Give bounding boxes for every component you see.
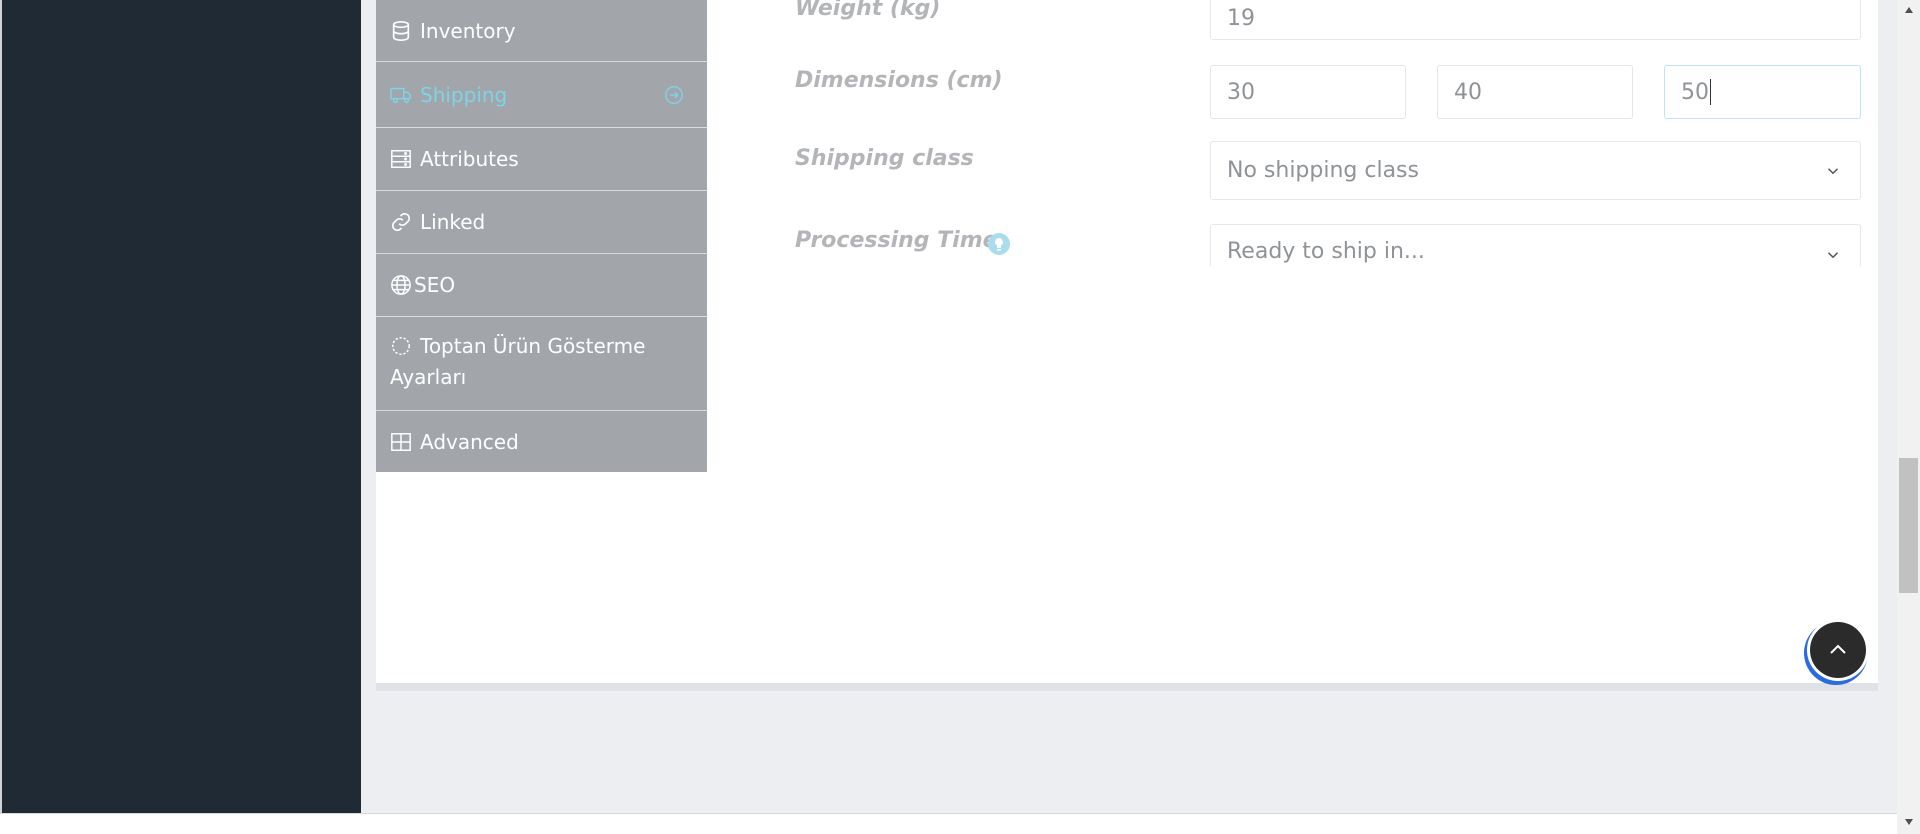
loader-icon	[390, 335, 412, 357]
admin-sidebar	[0, 0, 361, 813]
shipping-class-label: Shipping class	[795, 146, 974, 171]
scroll-to-top-button[interactable]	[1810, 622, 1866, 678]
database-icon	[390, 20, 412, 42]
tab-linked[interactable]: Linked	[376, 191, 707, 254]
tab-seo[interactable]: SEO	[376, 254, 707, 317]
weight-label: Weight (kg)	[795, 0, 941, 21]
processing-time-select[interactable]: Ready to ship in...	[1210, 224, 1861, 266]
arrow-circle-icon	[663, 84, 685, 106]
tab-attributes[interactable]: Attributes	[376, 128, 707, 191]
server-icon	[390, 148, 412, 170]
vertical-scrollbar[interactable]	[1897, 0, 1920, 834]
tab-shipping[interactable]: Shipping	[376, 62, 707, 128]
weight-input[interactable]: 19	[1210, 0, 1861, 40]
height-input[interactable]: 50	[1664, 65, 1861, 119]
grid-icon	[390, 431, 412, 453]
bottom-strip	[0, 813, 1897, 834]
width-input[interactable]: 40	[1437, 65, 1633, 119]
tab-inventory[interactable]: Inventory	[376, 0, 707, 62]
length-value: 30	[1227, 79, 1255, 105]
height-value: 50	[1681, 79, 1709, 105]
chevron-down-icon	[1827, 252, 1839, 259]
chevron-up-icon	[1830, 644, 1846, 654]
tab-wholesale-settings[interactable]: Toptan Ürün Gösterme Ayarları	[376, 317, 707, 411]
tab-advanced[interactable]: Advanced	[376, 411, 707, 472]
globe-icon	[390, 274, 412, 296]
weight-value: 19	[1227, 5, 1255, 31]
scroll-up-arrow-icon[interactable]	[1899, 2, 1918, 18]
tab-label: SEO	[414, 273, 456, 297]
tab-label: Attributes	[420, 147, 519, 171]
shipping-class-value: No shipping class	[1227, 158, 1419, 183]
length-input[interactable]: 30	[1210, 65, 1406, 119]
processing-time-value: Ready to ship in...	[1227, 239, 1425, 264]
dimensions-label: Dimensions (cm)	[795, 68, 1003, 93]
tab-label: Inventory	[420, 18, 516, 43]
text-caret	[1710, 79, 1711, 105]
truck-icon	[390, 84, 412, 106]
width-value: 40	[1454, 79, 1482, 105]
tab-label: Linked	[420, 210, 486, 234]
scroll-down-arrow-icon[interactable]	[1899, 814, 1918, 830]
tab-label: Advanced	[420, 429, 519, 454]
product-data-tabs: Inventory Shipping Attributes Linked SEO…	[376, 0, 707, 472]
info-icon[interactable]	[988, 233, 1010, 255]
processing-time-label: Processing Time	[795, 228, 998, 253]
scrollbar-thumb[interactable]	[1899, 458, 1918, 593]
tab-label: Shipping	[420, 82, 508, 107]
panel-bottom-border	[376, 683, 1878, 691]
tab-label: Toptan Ürün Gösterme Ayarları	[390, 334, 646, 389]
chevron-down-icon	[1827, 167, 1839, 174]
shipping-class-select[interactable]: No shipping class	[1210, 141, 1861, 200]
link-icon	[390, 211, 412, 233]
